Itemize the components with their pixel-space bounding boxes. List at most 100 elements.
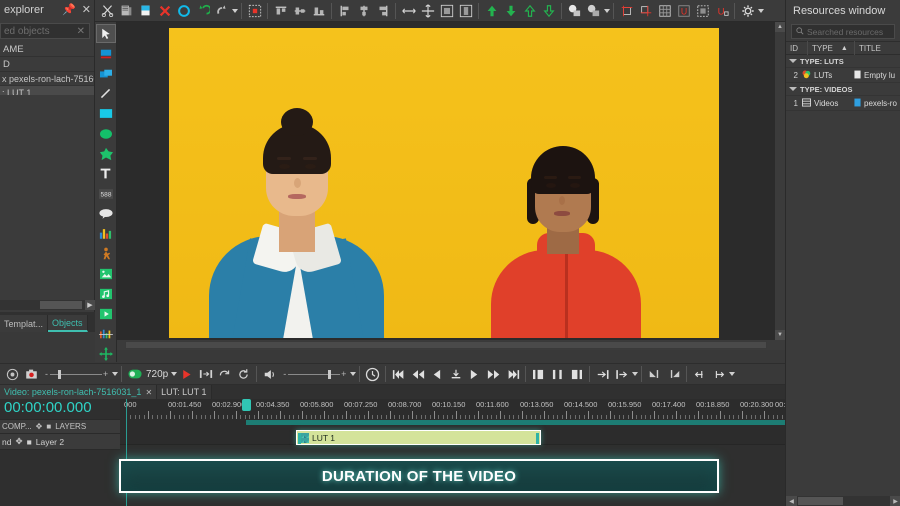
resource-row-video[interactable]: 1 Videos pexels-ro [786, 96, 900, 111]
next-keyframe-icon[interactable] [613, 366, 630, 383]
volume-track[interactable] [288, 369, 341, 379]
delete-icon[interactable] [156, 2, 173, 19]
image-tool-icon[interactable] [96, 264, 116, 283]
redo-icon[interactable] [213, 2, 230, 19]
polygon-tool-icon[interactable] [96, 144, 116, 163]
clip-handle-right[interactable] [536, 433, 539, 444]
audio-tool-icon[interactable] [96, 284, 116, 303]
chevron-down-icon[interactable] [112, 372, 118, 376]
current-timecode[interactable]: 00:00:00.000 [0, 399, 120, 416]
clear-icon[interactable]: ✕ [77, 26, 85, 37]
snap-grid-icon[interactable] [637, 2, 654, 19]
previous-keyframe-icon[interactable] [594, 366, 611, 383]
timeline-ruler[interactable]: 000 00:01.450 00:02.900 00:04.350 00:05.… [120, 399, 785, 425]
mark-out-icon[interactable] [568, 366, 585, 383]
collapse-triangle-icon[interactable] [789, 87, 797, 91]
chevron-down-icon[interactable] [171, 372, 178, 376]
refresh-icon[interactable] [235, 366, 252, 383]
explorer-search-input[interactable]: ed objects ✕ [0, 23, 90, 39]
clip-handle-left[interactable] [298, 433, 301, 444]
chevron-down-icon[interactable] [632, 372, 639, 376]
loop-icon[interactable] [216, 366, 233, 383]
equalizer-tool-icon[interactable] [96, 324, 116, 343]
resource-group-luts[interactable]: TYPE: LUTS [786, 55, 900, 68]
rectangle-tool-icon[interactable] [96, 104, 116, 123]
play-icon[interactable] [178, 366, 195, 383]
volume-knob[interactable] [328, 369, 332, 379]
tab-templates[interactable]: Templat... [0, 315, 49, 332]
volume-slider[interactable]: - + [281, 369, 347, 379]
ripple-left-icon[interactable] [691, 366, 708, 383]
preview-canvas[interactable] [117, 22, 785, 340]
ungroup-icon[interactable] [585, 2, 602, 19]
layer-row[interactable]: nd ✥ ■ Layer 2 [0, 434, 120, 450]
scrollbar-thumb[interactable] [125, 341, 767, 349]
slider-knob[interactable] [58, 369, 61, 379]
show-grid-icon[interactable] [656, 2, 673, 19]
slider-track[interactable] [50, 369, 102, 379]
stop-icon[interactable] [447, 366, 464, 383]
go-to-start-icon[interactable] [390, 366, 407, 383]
column-title[interactable]: TITLE [855, 41, 900, 55]
undo-icon[interactable] [194, 2, 211, 19]
preview-quality-label[interactable]: 720p [146, 369, 168, 380]
fast-forward-icon[interactable] [485, 366, 502, 383]
move-tool-icon[interactable] [96, 344, 116, 363]
sort-ascending-icon[interactable]: ▲ [841, 45, 848, 52]
crop-frame-tool-icon[interactable] [96, 44, 116, 63]
scrollbar-thumb[interactable] [798, 497, 843, 505]
resource-row-lut[interactable]: 2 LUTs Empty lu [786, 68, 900, 83]
resources-horizontal-scrollbar[interactable]: ◀ ▶ [786, 496, 900, 506]
send-back-icon[interactable] [540, 2, 557, 19]
mark-in-icon[interactable] [530, 366, 547, 383]
fit-height-icon[interactable] [457, 2, 474, 19]
scroll-right-icon[interactable]: ▶ [890, 496, 900, 506]
select-all-icon[interactable] [246, 2, 263, 19]
play-button-icon[interactable] [466, 366, 483, 383]
align-middle-icon[interactable] [291, 2, 308, 19]
chevron-down-icon[interactable] [758, 8, 764, 13]
select-none-icon[interactable] [175, 2, 192, 19]
resources-search-input[interactable]: Searched resources [791, 24, 895, 39]
align-top-icon[interactable] [272, 2, 289, 19]
show-guides-icon[interactable]: U [675, 2, 692, 19]
collapse-triangle-icon[interactable] [789, 59, 797, 63]
preview-horizontal-scrollbar[interactable] [117, 340, 785, 350]
resource-group-videos[interactable]: TYPE: VIDEOS [786, 83, 900, 96]
distribute-horizontal-icon[interactable] [400, 2, 417, 19]
close-icon[interactable]: ✕ [145, 388, 152, 397]
chevron-down-icon[interactable] [729, 372, 736, 376]
group-icon[interactable] [566, 2, 583, 19]
snap-object-icon[interactable] [618, 2, 635, 19]
bubble-tool-icon[interactable] [96, 204, 116, 223]
guide-lock-icon[interactable]: U [713, 2, 730, 19]
copy-icon[interactable] [118, 2, 135, 19]
text-tool-icon[interactable] [96, 164, 116, 183]
timeline-clip-lut1[interactable]: LUT 1 [296, 430, 541, 445]
tab-objects[interactable]: Objects [48, 315, 88, 332]
chart-tool-icon[interactable] [96, 224, 116, 243]
snapshot-icon[interactable] [23, 366, 40, 383]
chevron-down-icon[interactable] [232, 8, 238, 13]
align-right-icon[interactable] [374, 2, 391, 19]
chevron-down-icon[interactable] [350, 372, 357, 376]
trim-start-icon[interactable] [646, 366, 663, 383]
scroll-up-icon[interactable]: ▲ [775, 22, 785, 32]
mark-range-icon[interactable] [549, 366, 566, 383]
close-icon[interactable]: ✕ [82, 3, 91, 16]
paste-icon[interactable] [137, 2, 154, 19]
volume-icon[interactable] [261, 366, 278, 383]
ripple-right-icon[interactable] [710, 366, 727, 383]
record-icon[interactable] [4, 366, 21, 383]
explorer-row-video[interactable]: x pexels-ron-lach-7516031_ 1 [0, 72, 94, 86]
select-tool-icon[interactable] [95, 24, 116, 43]
tab-lut-document[interactable]: LUT: LUT 1 [157, 385, 212, 399]
video-tool-icon[interactable] [96, 304, 116, 323]
preview-enabled-icon[interactable] [126, 366, 143, 383]
clock-icon[interactable] [364, 366, 381, 383]
rewind-icon[interactable] [409, 366, 426, 383]
line-tool-icon[interactable] [96, 84, 116, 103]
align-center-icon[interactable] [355, 2, 372, 19]
scroll-right-icon[interactable]: ▶ [85, 300, 95, 310]
scrollbar-thumb[interactable] [40, 301, 82, 309]
